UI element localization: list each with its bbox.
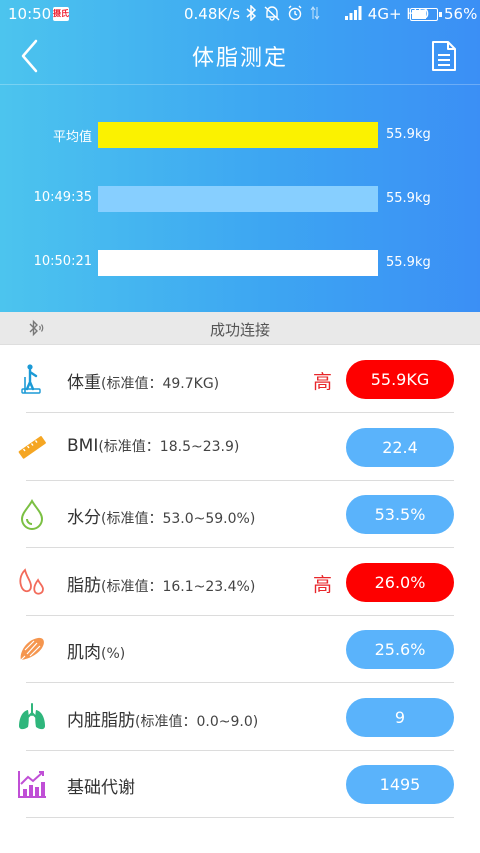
- metric-standard-range: (标准值：53.0~59.0%): [101, 511, 256, 527]
- system-icons: [245, 4, 320, 23]
- metric-label: 水分(标准值：53.0~59.0%): [67, 503, 255, 528]
- connection-status-text: 成功连接: [209, 321, 270, 339]
- title-divider: [0, 84, 480, 85]
- scale-icon: [16, 363, 48, 395]
- bar: [98, 122, 378, 148]
- metric-value-pill[interactable]: 22.4: [346, 427, 454, 467]
- metric-name: 内脏脂肪: [67, 710, 135, 731]
- title-bar: 体脂测定: [0, 28, 480, 84]
- metric-name: 水分: [67, 508, 101, 528]
- metric-row[interactable]: 肌肉(%) 25.6%: [0, 616, 480, 683]
- metric-high-flag: 高: [313, 371, 333, 393]
- bar-category-label: 10:49:35: [33, 190, 92, 205]
- bar: [98, 186, 378, 212]
- metric-value-pill[interactable]: 1495: [346, 765, 454, 804]
- metric-value-pill[interactable]: 9: [346, 697, 454, 737]
- metric-name: 脂肪: [67, 575, 101, 596]
- row-divider: [26, 817, 454, 818]
- metric-label: 基础代谢: [67, 773, 135, 798]
- metric-label: BMI(标准值：18.5~23.9): [67, 436, 239, 456]
- bar-track: [98, 250, 378, 276]
- metric-standard-range: (%): [101, 646, 126, 662]
- metric-standard-range: (标准值：18.5~23.9): [98, 438, 240, 455]
- metric-row[interactable]: 内脏脂肪(标准值：0.0~9.0) 9: [0, 684, 480, 751]
- metric-label: 脂肪(标准值：16.1~23.4%): [67, 571, 255, 596]
- metric-row[interactable]: 基础代谢 1495: [0, 751, 480, 818]
- bluetooth-icon: [246, 4, 257, 22]
- history-document-button[interactable]: [430, 40, 460, 74]
- page-title: 体脂测定: [191, 46, 288, 71]
- battery-percent: 56%: [444, 5, 478, 23]
- metric-standard-range: (标准值：0.0~9.0): [135, 713, 259, 730]
- metric-standard-range: (标准值：49.7KG): [101, 376, 220, 392]
- ruler-icon: [16, 431, 48, 463]
- lungs-icon: [16, 701, 48, 733]
- battery-icon: [410, 8, 442, 21]
- metric-label: 体重(标准值：49.7KG): [67, 368, 219, 393]
- metric-name: BMI: [67, 435, 99, 456]
- bar-track: [98, 186, 378, 212]
- muscle-icon: [16, 633, 48, 665]
- bar-track: [98, 122, 378, 148]
- metric-standard-range: (标准值：16.1~23.4%): [101, 578, 256, 595]
- metric-name: 肌肉: [67, 643, 101, 663]
- metric-row[interactable]: 体重(标准值：49.7KG) 高 55.9KG: [0, 346, 480, 413]
- data-arrows-icon: [311, 6, 320, 20]
- metric-high-flag: 高: [313, 573, 333, 596]
- water-drop-icon: [16, 498, 48, 530]
- app-notification-icon: 摄氏: [53, 7, 69, 21]
- bar-row: 平均值 55.9kg: [0, 122, 480, 148]
- bar-row: 10:50:21 55.9kg: [0, 250, 480, 276]
- mute-icon: [264, 6, 280, 21]
- metric-row[interactable]: BMI(标准值：18.5~23.9) 22.4: [0, 414, 480, 481]
- bar-value-label: 55.9kg: [386, 255, 431, 270]
- connection-status-bar: 成功连接: [0, 312, 480, 345]
- status-bar: 10:50 摄氏 0.48K/s 4G+ HD 56%: [0, 0, 480, 28]
- metric-name: 基础代谢: [67, 778, 135, 798]
- bar-category-label: 平均值: [52, 130, 92, 145]
- metric-name: 体重: [67, 373, 101, 393]
- status-time: 10:50: [8, 5, 52, 23]
- metric-value-pill[interactable]: 53.5%: [346, 495, 454, 534]
- document-icon: [432, 41, 456, 71]
- signal-bars-icon: [345, 6, 362, 20]
- bar-row: 10:49:35 55.9kg: [0, 186, 480, 212]
- bar-category-label: 10:50:21: [33, 254, 92, 269]
- metabolism-chart-icon: [16, 768, 48, 800]
- header-panel: 10:50 摄氏 0.48K/s 4G+ HD 56% 体脂测定 平均值 55.9…: [0, 0, 480, 312]
- metric-value-pill[interactable]: 55.9KG: [346, 360, 454, 399]
- metric-value-pill[interactable]: 25.6%: [346, 630, 454, 669]
- net-speed: 0.48K/s: [184, 5, 241, 23]
- bar-value-label: 55.9kg: [386, 191, 431, 206]
- metric-value-pill[interactable]: 26.0%: [346, 562, 454, 602]
- metric-row[interactable]: 脂肪(标准值：16.1~23.4%) 高 26.0%: [0, 549, 480, 616]
- fat-icon: [16, 566, 48, 598]
- bar: [98, 250, 378, 276]
- metric-label: 肌肉(%): [67, 638, 125, 663]
- metric-label: 内脏脂肪(标准值：0.0~9.0): [67, 706, 258, 731]
- metric-row[interactable]: 水分(标准值：53.0~59.0%) 53.5%: [0, 481, 480, 548]
- alarm-icon: [288, 5, 302, 21]
- bar-value-label: 55.9kg: [386, 127, 431, 142]
